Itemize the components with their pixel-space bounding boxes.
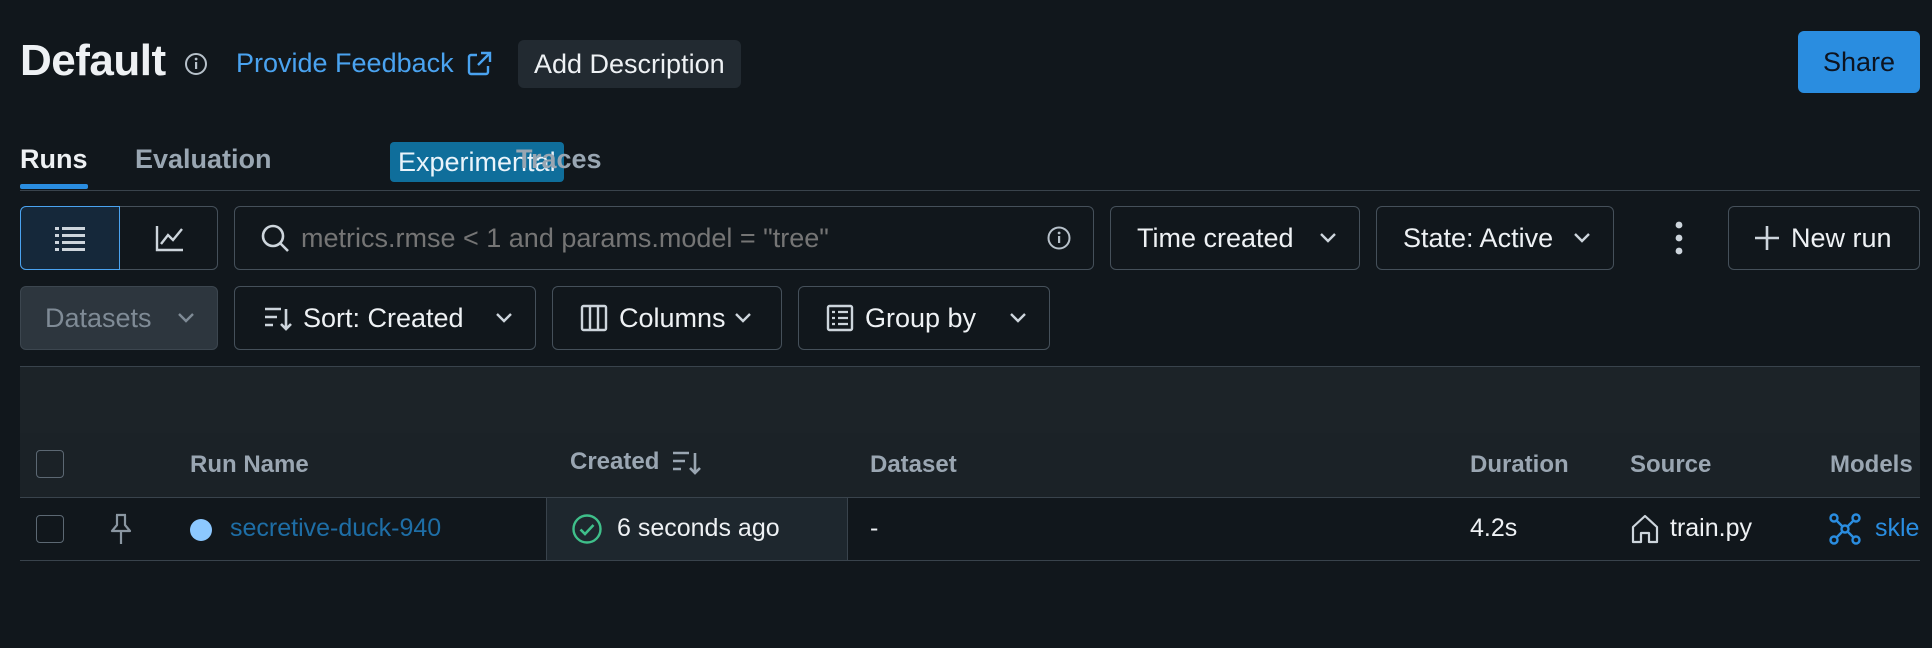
column-header-created-label: Created — [570, 448, 660, 475]
row-select-checkbox[interactable] — [36, 515, 64, 543]
columns-dropdown[interactable]: Columns — [552, 286, 782, 350]
info-icon[interactable] — [182, 50, 210, 78]
search-info-icon[interactable] — [1045, 224, 1073, 252]
tab-evaluation-label: Evaluation — [135, 144, 272, 174]
chevron-down-icon — [1574, 233, 1590, 243]
new-run-label: New run — [1791, 222, 1892, 253]
page-title: Default — [20, 36, 166, 85]
sort-label: Sort: Created — [303, 302, 464, 333]
model-link[interactable]: skle — [1875, 514, 1919, 543]
datasets-dropdown[interactable]: Datasets — [20, 286, 218, 350]
table-header-row: Run Name Created Dataset Duration Source… — [20, 433, 1920, 498]
search-icon — [261, 224, 289, 252]
group-by-icon — [826, 304, 854, 332]
column-header-models[interactable]: Models — [1830, 451, 1913, 479]
time-created-label: Time created — [1137, 222, 1294, 253]
state-label: State: Active — [1403, 222, 1554, 253]
list-icon — [55, 227, 85, 251]
columns-icon — [580, 304, 608, 332]
external-link-icon — [467, 51, 491, 75]
add-description-button[interactable]: Add Description — [518, 40, 741, 88]
state-dropdown[interactable]: State: Active — [1376, 206, 1614, 270]
run-color-dot — [190, 519, 212, 541]
chevron-down-icon — [1010, 313, 1026, 323]
share-button[interactable]: Share — [1798, 31, 1920, 93]
provide-feedback-link[interactable]: Provide Feedback — [236, 48, 494, 79]
dataset-value: - — [870, 514, 879, 542]
tab-evaluation[interactable]: Evaluation Experimental — [135, 142, 564, 182]
table-row: secretive-duck-940 6 seconds ago - 4.2s … — [20, 498, 1920, 561]
column-header-run-name[interactable]: Run Name — [190, 451, 309, 479]
new-run-button[interactable]: New run — [1728, 206, 1920, 270]
tab-bar: Runs Evaluation Experimental Traces — [20, 140, 1920, 191]
column-header-dataset[interactable]: Dataset — [870, 451, 957, 479]
duration-value: 4.2s — [1470, 514, 1518, 542]
plus-icon — [1755, 226, 1779, 250]
provide-feedback-label: Provide Feedback — [236, 48, 454, 78]
chart-view-button[interactable] — [120, 206, 220, 270]
datasets-label: Datasets — [45, 302, 152, 333]
table-group-header — [20, 366, 1920, 434]
tab-traces[interactable]: Traces — [516, 144, 602, 175]
home-icon — [1631, 514, 1659, 544]
line-chart-icon — [155, 226, 183, 252]
created-cell: 6 seconds ago — [546, 498, 848, 560]
pin-icon[interactable] — [108, 512, 134, 546]
select-all-checkbox[interactable] — [36, 450, 64, 478]
run-name-link[interactable]: secretive-duck-940 — [230, 514, 441, 543]
time-created-dropdown[interactable]: Time created — [1110, 206, 1360, 270]
list-view-button[interactable] — [20, 206, 120, 270]
group-by-dropdown[interactable]: Group by — [798, 286, 1050, 350]
chevron-down-icon — [1320, 233, 1336, 243]
group-by-label: Group by — [865, 302, 977, 333]
model-icon — [1829, 513, 1861, 545]
tab-runs[interactable]: Runs — [20, 144, 88, 189]
chevron-down-icon — [496, 313, 512, 323]
columns-label: Columns — [619, 302, 726, 333]
more-options-icon[interactable] — [1666, 220, 1692, 256]
source-value[interactable]: train.py — [1670, 514, 1752, 543]
chevron-down-icon — [734, 313, 751, 323]
column-header-duration[interactable]: Duration — [1470, 451, 1569, 479]
search-box — [234, 206, 1094, 270]
sort-dropdown[interactable]: Sort: Created — [234, 286, 536, 350]
sort-descending-icon — [673, 451, 702, 475]
created-value: 6 seconds ago — [617, 514, 780, 542]
chevron-down-icon — [178, 313, 194, 323]
sort-icon — [265, 307, 292, 331]
search-input[interactable] — [299, 221, 1023, 255]
success-check-icon — [572, 514, 602, 544]
column-header-source[interactable]: Source — [1630, 451, 1711, 479]
view-toggle — [20, 206, 218, 270]
column-header-created[interactable]: Created — [570, 447, 703, 477]
